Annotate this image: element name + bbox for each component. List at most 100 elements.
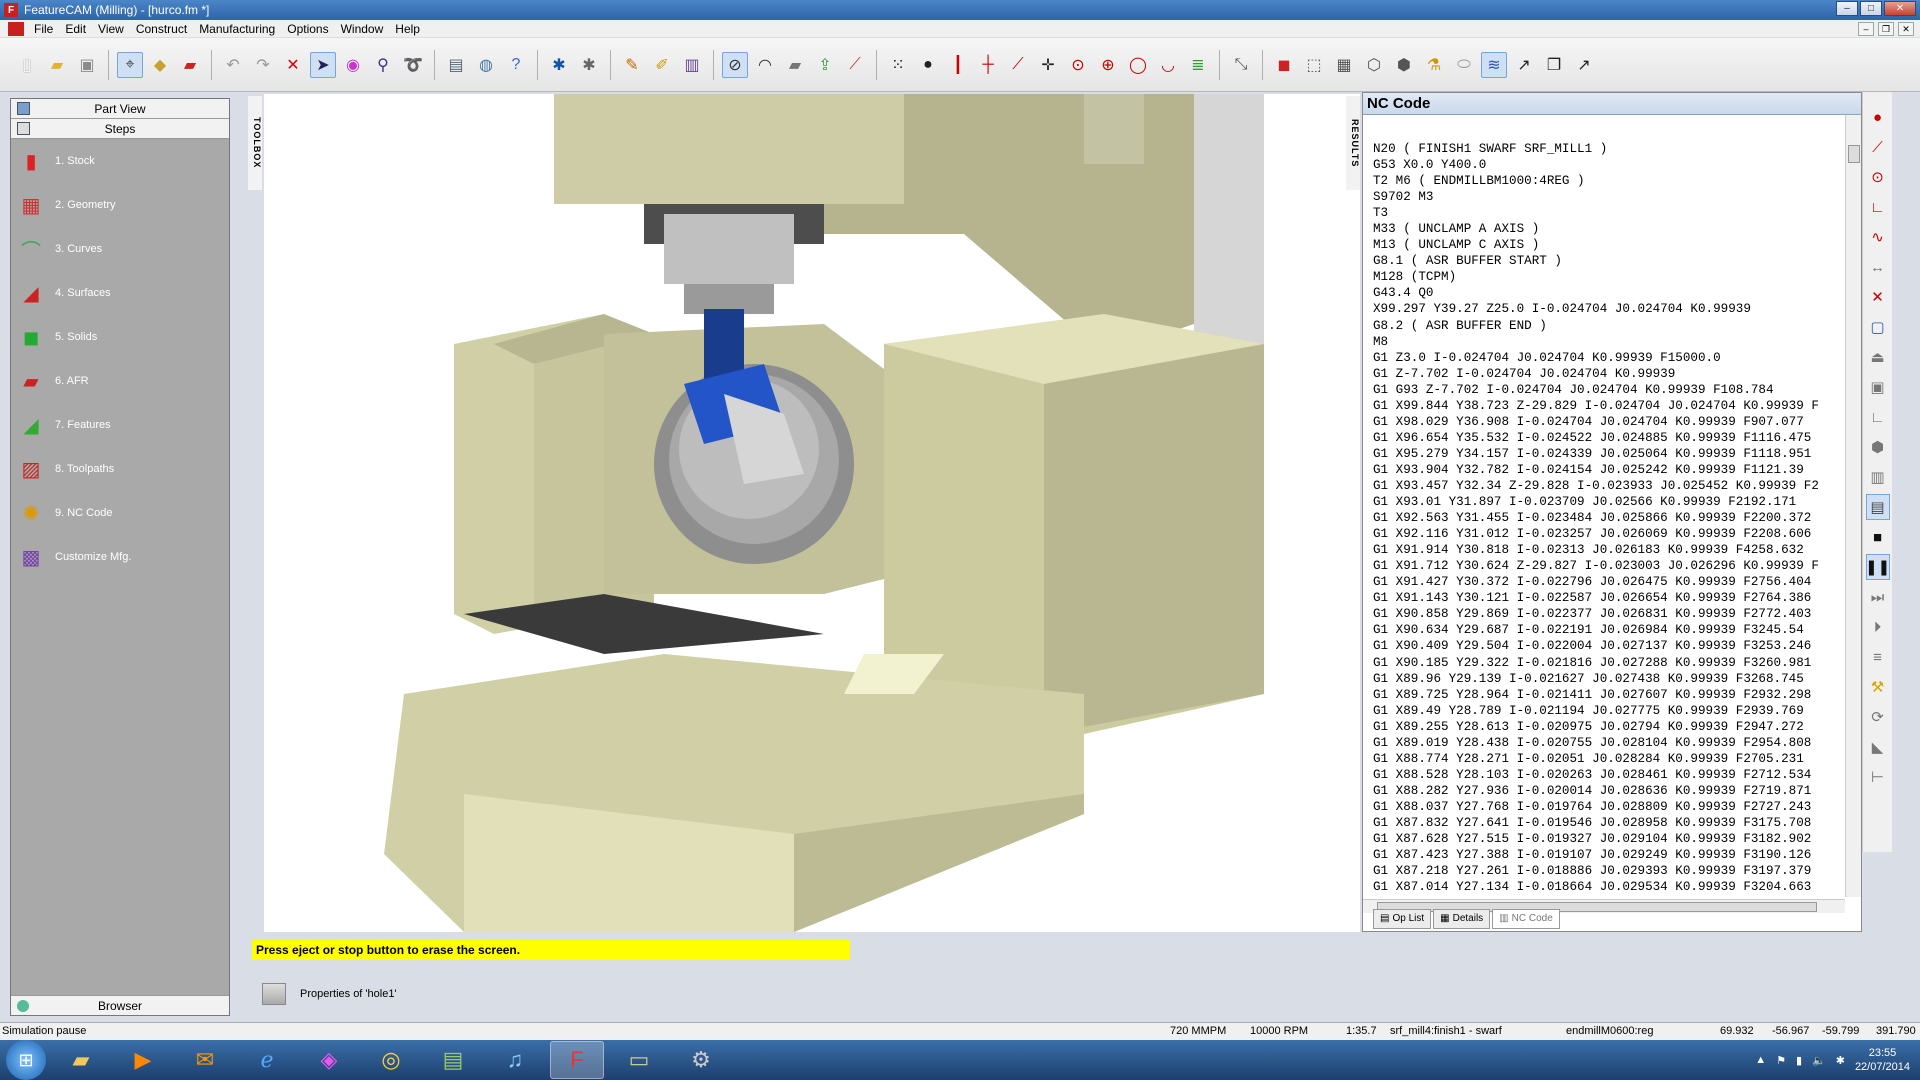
cube-view-icon[interactable]: ⬢ — [1391, 52, 1417, 78]
lasso-icon[interactable]: ➰ — [400, 52, 426, 78]
color-wheel-icon[interactable]: ◉ — [340, 52, 366, 78]
mdi-close-button[interactable]: ✕ — [1898, 22, 1914, 36]
close-button[interactable]: ✕ — [1884, 1, 1916, 16]
arc-tool-icon[interactable]: ◡ — [1155, 52, 1181, 78]
sketch-icon[interactable]: ⊘ — [722, 51, 748, 78]
iso-cube-icon[interactable]: ⬡ — [1361, 52, 1387, 78]
properties-icon[interactable] — [262, 983, 286, 1005]
sync-icon[interactable]: ✱ — [1836, 1054, 1845, 1067]
menu-window[interactable]: Window — [335, 22, 390, 36]
step-surfaces[interactable]: ◢ 4. Surfaces — [11, 271, 229, 315]
redo-icon[interactable]: ↷ — [250, 52, 276, 78]
internet-explorer-taskbar-icon[interactable]: ℯ — [240, 1041, 294, 1079]
rotate-icon[interactable]: ⟳ — [1866, 704, 1890, 730]
arc-tool-icon[interactable]: ∟ — [1866, 194, 1890, 220]
tool-icon[interactable]: ⚒ — [1866, 674, 1890, 700]
step-forward-icon[interactable]: ⏵ — [1866, 614, 1890, 640]
l-shape-icon[interactable]: ∟ — [1866, 404, 1890, 430]
select-curve-icon[interactable]: ⌖ — [117, 51, 143, 78]
menu-construct[interactable]: Construct — [130, 22, 193, 36]
barcode-icon[interactable]: ▥ — [1866, 464, 1890, 490]
step-nc-code[interactable]: ✺ 9. NC Code — [11, 491, 229, 535]
line-tool-icon[interactable]: ⟋ — [1866, 134, 1890, 160]
results-tab[interactable]: RESULTS — [1346, 96, 1360, 190]
tab-details[interactable]: ▦ Details — [1433, 909, 1491, 929]
wire-cube-icon[interactable]: ⬚ — [1301, 52, 1327, 78]
featurecam-taskbar-icon[interactable]: F — [550, 1041, 604, 1079]
nc-vertical-scrollbar[interactable] — [1845, 115, 1861, 897]
tools-taskbar-icon[interactable]: ⚙ — [674, 1041, 728, 1079]
eject-icon[interactable]: ⏏ — [1866, 344, 1890, 370]
step-solids[interactable]: ◼ 5. Solids — [11, 315, 229, 359]
step-customize-mfg[interactable]: ▩ Customize Mfg. — [11, 535, 229, 579]
arc-icon[interactable]: ◠ — [752, 52, 778, 78]
point-tool-icon[interactable]: ● — [1866, 104, 1890, 130]
measure-icon[interactable]: ✎ — [619, 52, 645, 78]
point-icon[interactable]: ● — [915, 52, 941, 78]
step-geometry[interactable]: ▦ 2. Geometry — [11, 183, 229, 227]
tab-nc-code[interactable]: ▥ NC Code — [1492, 909, 1560, 929]
paint-taskbar-icon[interactable]: ◈ — [302, 1041, 356, 1079]
menu-manufacturing[interactable]: Manufacturing — [193, 22, 281, 36]
step-afr[interactable]: ▰ 6. AFR — [11, 359, 229, 403]
image-icon[interactable]: ▤ — [443, 52, 469, 78]
cross-icon[interactable]: ✛ — [1035, 52, 1061, 78]
flask-icon[interactable]: ⚗ — [1421, 52, 1447, 78]
box-select-icon[interactable]: ▢ — [1866, 314, 1890, 340]
new-file-icon[interactable]: ▯ — [14, 52, 40, 78]
minimize-button[interactable]: – — [1836, 1, 1858, 16]
circle-icon[interactable]: ⊙ — [1065, 52, 1091, 78]
delete-icon[interactable]: ✕ — [280, 52, 306, 78]
solid-red-icon[interactable]: ◼ — [1271, 52, 1297, 78]
save-icon[interactable]: ▣ — [74, 52, 100, 78]
mdi-minimize-button[interactable]: – — [1858, 22, 1874, 36]
document-icon[interactable] — [8, 21, 24, 36]
pause-icon[interactable]: ❚❚ — [1865, 554, 1890, 580]
stock-view-icon[interactable]: ⬢ — [1866, 434, 1890, 460]
fast-forward-icon[interactable]: ⏭ — [1866, 584, 1890, 610]
folder-taskbar-icon[interactable]: ▭ — [612, 1041, 666, 1079]
toolpath-list-icon[interactable]: ≡ — [1866, 644, 1890, 670]
notepad-taskbar-icon[interactable]: ▤ — [426, 1041, 480, 1079]
circle-3pt-icon[interactable]: ◯ — [1125, 52, 1151, 78]
transform-icon[interactable]: ⤡ — [1228, 52, 1254, 78]
circle-tool-icon[interactable]: ⊙ — [1866, 164, 1890, 190]
menu-view[interactable]: View — [92, 22, 130, 36]
tray-arrow-icon[interactable]: ▲ — [1755, 1054, 1766, 1066]
stop-icon[interactable]: ■ — [1866, 524, 1890, 550]
edit-icon[interactable]: ✐ — [649, 52, 675, 78]
open-folder-icon[interactable]: ▰ — [44, 52, 70, 78]
layers-icon[interactable]: ≣ — [1185, 52, 1211, 78]
volume-icon[interactable]: 🔈 — [1812, 1054, 1826, 1067]
grid-icon[interactable]: ⁙ — [885, 52, 911, 78]
step-view-icon[interactable]: ▣ — [1866, 374, 1890, 400]
menu-help[interactable]: Help — [389, 22, 426, 36]
pen-icon[interactable]: ↗ — [1511, 52, 1537, 78]
3d-viewport[interactable] — [264, 94, 1360, 932]
surface-icon[interactable]: ▰ — [782, 52, 808, 78]
step-toolpaths[interactable]: ▨ 8. Toolpaths — [11, 447, 229, 491]
circle-center-icon[interactable]: ⊕ — [1095, 52, 1121, 78]
globe-icon[interactable]: ◍ — [473, 52, 499, 78]
help-icon[interactable]: ? — [503, 52, 529, 78]
menu-edit[interactable]: Edit — [59, 22, 92, 36]
scale-icon[interactable]: ◣ — [1866, 734, 1890, 760]
arrow-icon[interactable]: ↗ — [1571, 52, 1597, 78]
step-curves[interactable]: ⌒ 3. Curves — [11, 227, 229, 271]
spline-tool-icon[interactable]: ∿ — [1866, 224, 1890, 250]
machine-icon[interactable]: ▦ — [1331, 52, 1357, 78]
clock[interactable]: 23:55 22/07/2014 — [1855, 1046, 1910, 1074]
move-icon[interactable]: ⇪ — [812, 52, 838, 78]
itunes-taskbar-icon[interactable]: ♫ — [488, 1041, 542, 1079]
browser-tab[interactable]: Browser — [11, 995, 229, 1015]
menu-options[interactable]: Options — [281, 22, 334, 36]
nc-code-text[interactable]: N20 ( FINISH1 SWARF SRF_MILL1 ) G53 X0.0 … — [1373, 141, 1843, 895]
book-icon[interactable]: ▥ — [679, 52, 705, 78]
toolpath-icon[interactable]: ≋ — [1481, 51, 1507, 78]
mdi-restore-button[interactable]: ❐ — [1878, 22, 1894, 36]
step-stock[interactable]: ▮ 1. Stock — [11, 139, 229, 183]
chrome-taskbar-icon[interactable]: ◎ — [364, 1041, 418, 1079]
simulation-icon[interactable]: ▤ — [1865, 494, 1890, 520]
step-features[interactable]: ◢ 7. Features — [11, 403, 229, 447]
intersect-icon[interactable]: ✕ — [1866, 284, 1890, 310]
